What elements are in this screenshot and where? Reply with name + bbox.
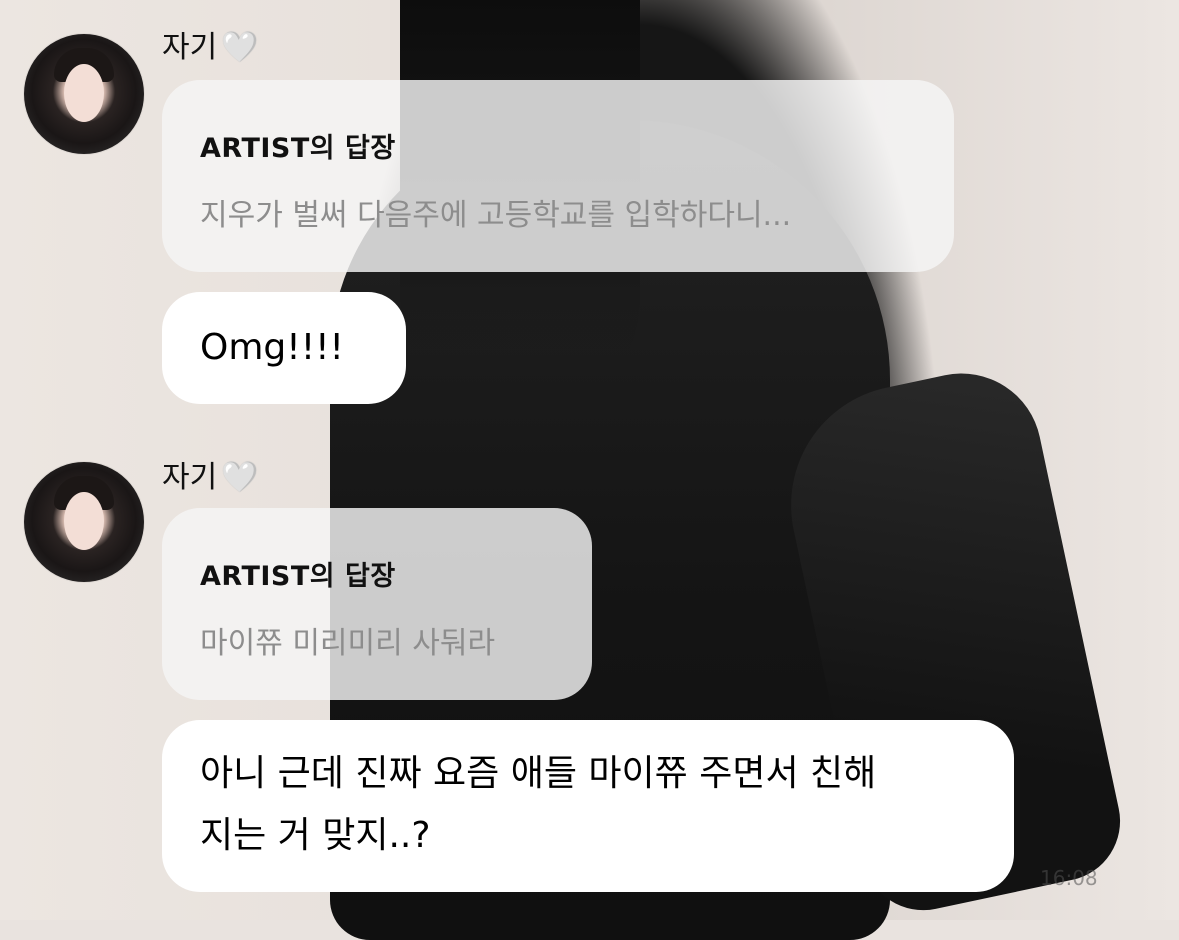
message-text-line-2: 지는 거 맞지..? — [200, 815, 431, 856]
avatar-face — [64, 64, 104, 122]
message-text-line-1: 아니 근데 진짜 요즘 애들 마이쮸 주면서 친해 — [200, 753, 877, 794]
sender-name: 자기 🤍 — [162, 22, 259, 66]
message-timestamp: 16:08 — [1040, 866, 1098, 890]
sender-name: 자기 🤍 — [162, 452, 259, 496]
reply-quote-bubble[interactable]: ARTIST의 답장 지우가 벌써 다음주에 고등학교를 입학하다니... — [162, 80, 954, 272]
reply-text: 마이쮸 미리미리 사둬라 — [200, 626, 496, 661]
heart-emoji: 🤍 — [221, 460, 259, 495]
message-text: Omg!!!! — [200, 327, 344, 368]
avatar[interactable] — [24, 462, 144, 582]
reply-title: ARTIST의 답장 — [200, 561, 396, 592]
reply-text: 지우가 벌써 다음주에 고등학교를 입학하다니... — [200, 198, 792, 233]
sender-name-text: 자기 — [162, 460, 218, 495]
heart-emoji: 🤍 — [221, 30, 259, 65]
reply-title: ARTIST의 답장 — [200, 133, 396, 164]
sender-name-text: 자기 — [162, 30, 218, 65]
avatar[interactable] — [24, 34, 144, 154]
message-bubble[interactable]: 아니 근데 진짜 요즘 애들 마이쮸 주면서 친해 지는 거 맞지..? — [162, 720, 1014, 892]
avatar-face — [64, 492, 104, 550]
reply-quote-bubble[interactable]: ARTIST의 답장 마이쮸 미리미리 사둬라 — [162, 508, 592, 700]
message-bubble[interactable]: Omg!!!! — [162, 292, 406, 404]
